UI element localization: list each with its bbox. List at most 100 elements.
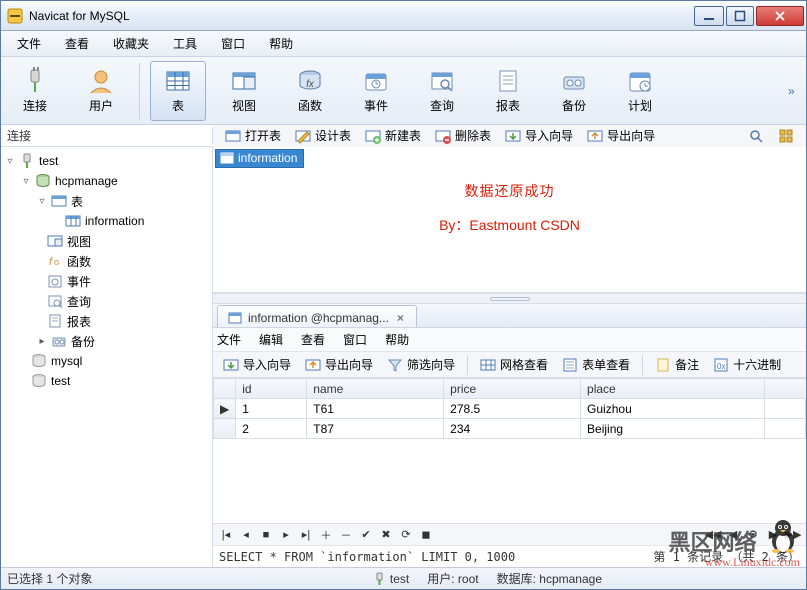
- nav-settings[interactable]: ⚙: [744, 527, 762, 543]
- nav-cancel[interactable]: ✖: [377, 527, 395, 543]
- table-item-icon: [220, 151, 234, 165]
- col-price[interactable]: price: [444, 379, 581, 399]
- subtb-export[interactable]: 导出向导: [299, 354, 379, 375]
- toolbar-overflow[interactable]: »: [788, 84, 800, 98]
- tab-close-icon[interactable]: ×: [395, 311, 406, 325]
- subtb-filter[interactable]: 筛选向导: [381, 354, 461, 375]
- nav-stop2[interactable]: ◼: [417, 527, 435, 543]
- tree-conn-test[interactable]: ▿test: [1, 151, 212, 171]
- queries-icon: [47, 293, 63, 309]
- reports-icon: [47, 313, 63, 329]
- tree-group-funcs[interactable]: fo函数: [1, 251, 212, 271]
- nav-next[interactable]: ▸: [277, 527, 295, 543]
- connection-icon: [372, 572, 386, 586]
- tb-user[interactable]: 用户: [73, 61, 129, 121]
- pane-grip[interactable]: [213, 294, 806, 304]
- nav-first[interactable]: |◂: [217, 527, 235, 543]
- tb-backup[interactable]: 备份: [546, 61, 602, 121]
- rowhead-corner: [214, 379, 236, 399]
- tb-func[interactable]: fx 函数: [282, 61, 338, 121]
- submenu-view[interactable]: 查看: [301, 331, 325, 348]
- query-icon: [428, 67, 456, 95]
- tb-view[interactable]: 视图: [216, 61, 272, 121]
- tree-table-information[interactable]: information: [1, 211, 212, 231]
- col-name[interactable]: name: [307, 379, 444, 399]
- smtb-search[interactable]: [742, 126, 770, 146]
- menu-fav[interactable]: 收藏夹: [101, 32, 161, 55]
- tree-group-views[interactable]: 视图: [1, 231, 212, 251]
- tree-group-events[interactable]: 事件: [1, 271, 212, 291]
- nav-del[interactable]: －: [337, 527, 355, 543]
- filter-icon: [387, 357, 403, 373]
- nav-page-up[interactable]: ◀: [724, 527, 742, 543]
- nav-page-prev[interactable]: ◀◀: [704, 527, 722, 543]
- subtb-formview[interactable]: 表单查看: [556, 354, 636, 375]
- smtb-gridmode[interactable]: [772, 126, 800, 146]
- close-button[interactable]: [756, 6, 804, 26]
- tree-group-tables[interactable]: ▿表: [1, 191, 212, 211]
- table-item-icon: [228, 311, 242, 325]
- table-row[interactable]: 2 T87 234 Beijing: [214, 419, 806, 439]
- menu-window[interactable]: 窗口: [209, 32, 257, 55]
- sql-text: SELECT * FROM `information` LIMIT 0, 100…: [219, 550, 515, 564]
- table-icon: [164, 67, 192, 95]
- smtb-export[interactable]: 导出向导: [581, 125, 661, 146]
- open-table-icon: [225, 128, 241, 144]
- menu-file[interactable]: 文件: [5, 32, 53, 55]
- tb-table[interactable]: 表: [150, 61, 206, 121]
- tb-plan[interactable]: 计划: [612, 61, 668, 121]
- status-db: hcpmanage: [539, 572, 602, 586]
- hex-icon: 0x: [713, 357, 729, 373]
- col-place[interactable]: place: [581, 379, 765, 399]
- views-icon: [47, 233, 63, 249]
- menu-tools[interactable]: 工具: [161, 32, 209, 55]
- svg-text:o: o: [54, 257, 59, 267]
- tree-db-test[interactable]: test: [1, 371, 212, 391]
- submenu-help[interactable]: 帮助: [385, 331, 409, 348]
- funcs-icon: fo: [47, 253, 63, 269]
- smtb-open-table[interactable]: 打开表: [219, 125, 287, 146]
- smtb-design-table[interactable]: 设计表: [289, 125, 357, 146]
- submenu-window[interactable]: 窗口: [343, 331, 367, 348]
- menu-view[interactable]: 查看: [53, 32, 101, 55]
- data-grid[interactable]: id name price place ▶ 1 T61 278.5: [213, 378, 806, 523]
- subtb-hex[interactable]: 0x十六进制: [707, 354, 787, 375]
- subtb-memo[interactable]: 备注: [649, 354, 705, 375]
- nav-stop[interactable]: ■: [257, 527, 275, 543]
- nav-page-down[interactable]: ▶: [764, 527, 782, 543]
- tree-db-hcpmanage[interactable]: ▿hcpmanage: [1, 171, 212, 191]
- tb-connect[interactable]: 连接: [7, 61, 63, 121]
- events-icon: [47, 273, 63, 289]
- connection-tree[interactable]: ▿test ▿hcpmanage ▿表 information 视图 fo函数 …: [1, 147, 213, 567]
- col-id[interactable]: id: [236, 379, 307, 399]
- tree-group-backup[interactable]: ▸备份: [1, 331, 212, 351]
- nav-add[interactable]: ＋: [317, 527, 335, 543]
- minimize-button[interactable]: [694, 6, 724, 26]
- maximize-button[interactable]: [726, 6, 754, 26]
- menu-help[interactable]: 帮助: [257, 32, 305, 55]
- subtb-import[interactable]: 导入向导: [217, 354, 297, 375]
- search-icon: [748, 128, 764, 144]
- smtb-import[interactable]: 导入向导: [499, 125, 579, 146]
- table-row[interactable]: ▶ 1 T61 278.5 Guizhou: [214, 399, 806, 419]
- selected-object-chip[interactable]: information: [215, 149, 304, 168]
- data-tab[interactable]: information @hcpmanag... ×: [217, 305, 417, 327]
- submenu-edit[interactable]: 编辑: [259, 331, 283, 348]
- nav-commit[interactable]: ✔: [357, 527, 375, 543]
- tb-event[interactable]: 事件: [348, 61, 404, 121]
- tree-group-reports[interactable]: 报表: [1, 311, 212, 331]
- submenu-file[interactable]: 文件: [217, 331, 241, 348]
- smtb-delete-table[interactable]: 删除表: [429, 125, 497, 146]
- tree-db-mysql[interactable]: mysql: [1, 351, 212, 371]
- subtb-gridview[interactable]: 网格查看: [474, 354, 554, 375]
- tb-query[interactable]: 查询: [414, 61, 470, 121]
- nav-last[interactable]: ▸|: [297, 527, 315, 543]
- grid-view-icon: [480, 357, 496, 373]
- svg-text:0x: 0x: [717, 362, 725, 371]
- smtb-new-table[interactable]: 新建表: [359, 125, 427, 146]
- tb-report[interactable]: 报表: [480, 61, 536, 121]
- nav-page-next[interactable]: ▶▶: [784, 527, 802, 543]
- tree-group-queries[interactable]: 查询: [1, 291, 212, 311]
- nav-prev[interactable]: ◂: [237, 527, 255, 543]
- nav-refresh[interactable]: ⟳: [397, 527, 415, 543]
